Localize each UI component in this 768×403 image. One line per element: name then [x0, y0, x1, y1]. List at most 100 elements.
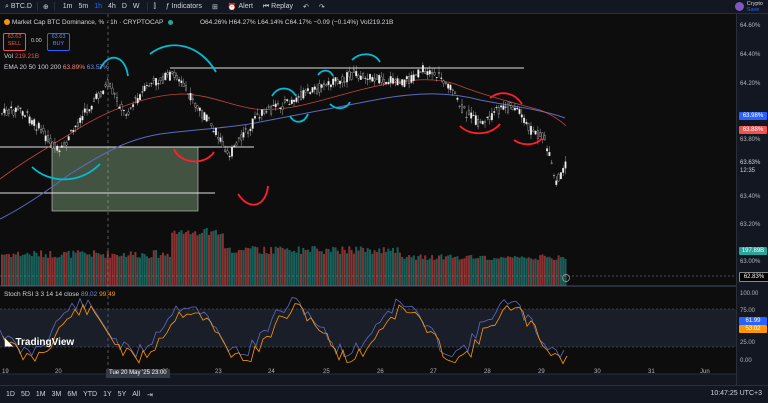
volume-bar — [251, 246, 254, 286]
timeframe-D[interactable]: D — [119, 3, 130, 10]
buy-button[interactable]: 63.63 BUY — [47, 33, 70, 51]
candle-body — [454, 91, 457, 94]
undo-button[interactable]: ↶ — [298, 0, 314, 13]
candle-body — [435, 77, 438, 78]
candle-body — [187, 93, 190, 95]
candle-body — [256, 113, 259, 115]
collapse-icon[interactable] — [4, 19, 10, 26]
timeframe-W[interactable]: W — [130, 3, 143, 10]
volume-bar — [12, 253, 15, 286]
candle-body — [553, 175, 555, 177]
candle-body — [479, 121, 482, 123]
candle-body — [113, 93, 116, 95]
volume-bar — [311, 246, 314, 286]
sell-button[interactable]: 63.63 SELL — [3, 33, 26, 51]
candle-body — [19, 107, 22, 109]
volume-bar — [249, 248, 252, 286]
volume-bar — [21, 254, 24, 286]
candle-body — [323, 83, 325, 85]
volume-bar — [205, 228, 208, 286]
hline-price-label: 62.83% — [739, 272, 768, 282]
range-ytd[interactable]: YTD — [80, 391, 100, 398]
volume-bar — [258, 253, 261, 286]
volume-bar — [401, 256, 404, 286]
volume-bar — [116, 254, 118, 286]
candle-body — [210, 123, 213, 126]
timeframe-4h[interactable]: 4h — [105, 3, 119, 10]
volume-bar — [495, 258, 498, 286]
range-1y[interactable]: 1Y — [100, 391, 115, 398]
volume-bar — [74, 252, 77, 286]
volume-bar — [454, 256, 457, 286]
utc-clock[interactable]: 10:47:25 UTC+3 — [710, 390, 762, 397]
candle-body — [474, 115, 477, 125]
indicators-button[interactable]: ƒ Indicators — [161, 0, 207, 13]
price-axis[interactable]: 64.60% 64.40% 64.20% 63.98% 63.88% 63.80… — [736, 14, 768, 388]
templates-button[interactable]: ⊞ — [207, 0, 223, 13]
volume-bar — [99, 254, 102, 286]
alert-button[interactable]: ⏰ Alert — [223, 0, 258, 13]
range-5d[interactable]: 5D — [18, 391, 33, 398]
candle-body — [14, 107, 17, 112]
candle-body — [520, 114, 523, 118]
candle-body — [145, 84, 148, 86]
timeframe-1m[interactable]: 1m — [60, 3, 76, 10]
range-all[interactable]: All — [129, 391, 143, 398]
volume-bar — [1, 254, 3, 286]
tradingview-logo[interactable]: ◣ TradingView — [5, 337, 74, 348]
volume-bar — [371, 253, 374, 286]
replay-label: Replay — [271, 3, 293, 10]
volume-bar — [173, 230, 176, 286]
redo-button[interactable]: ↷ — [314, 0, 330, 13]
volume-bar — [44, 254, 47, 286]
candle-body — [523, 117, 526, 123]
candle-body — [316, 88, 319, 95]
candle-body — [118, 106, 121, 109]
price-chart[interactable] — [0, 14, 736, 388]
candle-body — [274, 103, 277, 108]
candle-body — [277, 103, 279, 105]
volume-bar — [525, 258, 528, 286]
calendar-icon[interactable]: ⇥ — [147, 391, 153, 399]
symbol-search[interactable]: ⌕ BTC.D — [0, 0, 37, 13]
volume-bar — [548, 256, 551, 286]
timeframe-5m[interactable]: 5m — [75, 3, 91, 10]
range-5y[interactable]: 5Y — [115, 391, 130, 398]
volume-bar — [17, 251, 20, 286]
user-avatar[interactable]: Crypto Save — [730, 0, 768, 13]
range-1m[interactable]: 1M — [33, 391, 49, 398]
candle-body — [132, 104, 135, 107]
replay-button[interactable]: ⏮ Replay — [258, 0, 298, 13]
candle-body — [302, 90, 305, 99]
range-6m[interactable]: 6M — [64, 391, 80, 398]
volume-bar — [458, 259, 461, 286]
volume-bar — [295, 252, 298, 286]
timeframe-1h[interactable]: 1h — [91, 3, 105, 10]
volume-bar — [145, 256, 148, 286]
volume-bar — [412, 255, 415, 286]
candle-body — [40, 129, 43, 133]
candle-body — [394, 79, 397, 82]
candle-body — [339, 80, 342, 84]
add-symbol-button[interactable]: ⊕ — [38, 0, 54, 13]
legend-volume: Vol 219.21B — [4, 53, 39, 60]
candle-body — [70, 130, 72, 132]
range-3m[interactable]: 3M — [49, 391, 65, 398]
candle-body — [293, 99, 296, 102]
chart-type-button[interactable]: ⫿ — [148, 0, 160, 13]
volume-bar — [185, 232, 187, 286]
volume-bar — [93, 250, 95, 286]
candle-body — [550, 162, 553, 164]
candle-body — [417, 69, 420, 78]
candle-body — [486, 116, 489, 118]
price-tick: 63.00% — [740, 259, 761, 265]
candle-body — [205, 114, 208, 122]
stoch-d-label: 53.02 — [739, 325, 767, 333]
candle-body — [1, 113, 3, 115]
candle-body — [364, 77, 367, 79]
range-1d[interactable]: 1D — [3, 391, 18, 398]
candle-body — [58, 150, 61, 153]
candle-body — [555, 180, 558, 185]
volume-bar — [104, 257, 107, 286]
volume-bar — [465, 255, 468, 286]
